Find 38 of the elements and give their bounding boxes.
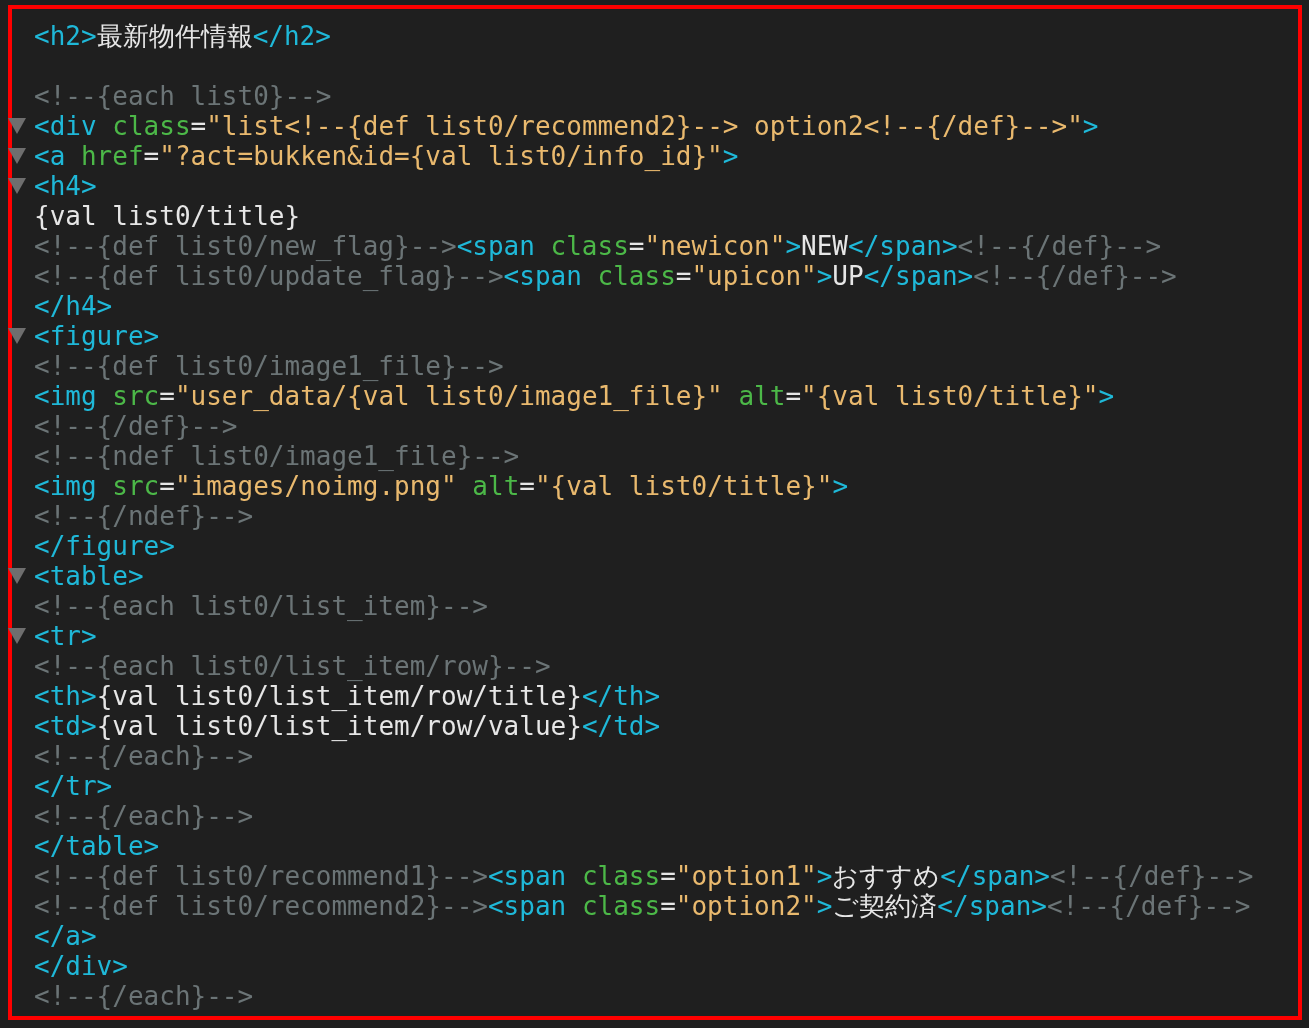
code-line: </tr> [34, 771, 113, 801]
code-line: <!--{def list0/recommend1}--><span class="option1">おすすめ</span><!--{/def}--> [34, 861, 1254, 891]
code-line: <!--{each list0/list_item/row}--> [34, 651, 551, 681]
fold-triangle-icon[interactable] [8, 628, 26, 644]
code-line: <!--{/each}--> [34, 741, 254, 771]
code-line: <td>{val list0/list_item/row/value}</td> [34, 711, 661, 741]
fold-triangle-icon[interactable] [8, 118, 26, 134]
code-line: <!--{each list0}--> [34, 81, 332, 111]
code-line: </div> [34, 951, 128, 981]
code-line: <!--{def list0/image1_file}--> [34, 351, 504, 381]
code-line: <img src="images/noimg.png" alt="{val list0/title}"> [34, 471, 849, 501]
code-line: <div class="list<!--{def list0/recommend2}--> option2<!--{/def}-->"> [34, 111, 1099, 141]
code-line: </figure> [34, 531, 175, 561]
code-line: <!--{def list0/update_flag}--><span class="upicon">UP</span><!--{/def}--> [34, 261, 1177, 291]
code-line: <!--{def list0/new_flag}--><span class="newicon">NEW</span><!--{/def}--> [34, 231, 1162, 261]
code-line: </a> [34, 921, 97, 951]
code-line: <tr> [34, 621, 97, 651]
code-line: <img src="user_data/{val list0/image1_file}" alt="{val list0/title}"> [34, 381, 1115, 411]
code-line: <!--{each list0/list_item}--> [34, 591, 488, 621]
code-line: <!--{/each}--> [34, 801, 254, 831]
code-line: <!--{/each}--> [34, 981, 254, 1011]
fold-triangle-icon[interactable] [8, 568, 26, 584]
code-line: </h4> [34, 291, 113, 321]
code-line: <th>{val list0/list_item/row/title}</th> [34, 681, 661, 711]
code-line: <!--{/ndef}--> [34, 501, 254, 531]
code-line: {val list0/title} [34, 201, 301, 231]
code-line: <!--{/def}--> [34, 411, 238, 441]
code-line: <figure> [34, 321, 160, 351]
fold-triangle-icon[interactable] [8, 178, 26, 194]
fold-triangle-icon[interactable] [8, 148, 26, 164]
code-line: <!--{def list0/recommend2}--><span class="option2">ご契約済</span><!--{/def}--> [34, 891, 1251, 921]
fold-triangle-icon[interactable] [8, 328, 26, 344]
code-line: </table> [34, 831, 160, 861]
code-line: <!--{ndef list0/image1_file}--> [34, 441, 520, 471]
code-line: <table> [34, 561, 144, 591]
code-line: <a href="?act=bukken&id={val list0/info_id}"> [34, 141, 739, 171]
code-line: <h2>最新物件情報</h2> [34, 21, 331, 51]
code-line: <h4> [34, 171, 97, 201]
